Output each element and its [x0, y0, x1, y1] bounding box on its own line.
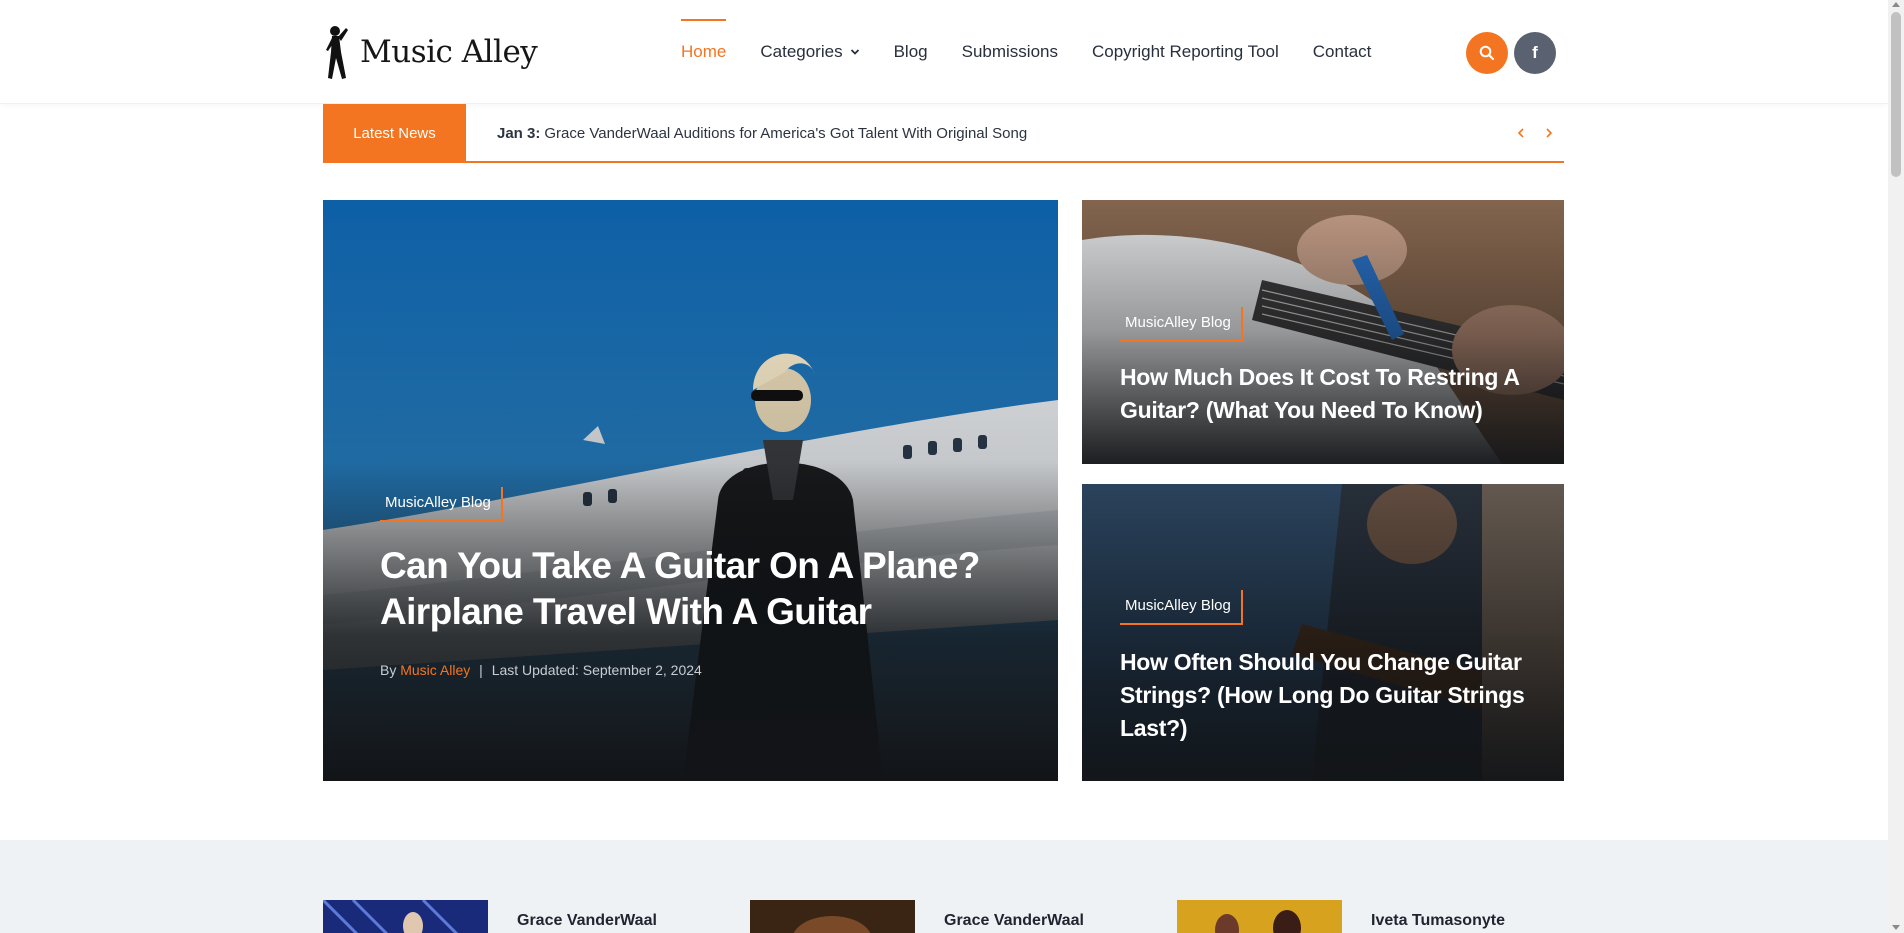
recent-post-item[interactable]: Grace VanderWaal: [750, 900, 1084, 933]
nav-item-label: Home: [681, 42, 727, 61]
search-icon: [1479, 45, 1495, 61]
last-updated: Last Updated: September 2, 2024: [491, 662, 702, 678]
title-line: Airplane Travel With A Guitar: [380, 591, 872, 632]
nav-item-home[interactable]: Home: [681, 0, 727, 104]
brand-name: Music Alley: [360, 34, 538, 70]
recent-post-title: Grace VanderWaal: [517, 912, 657, 929]
meta-separator: |: [479, 662, 483, 678]
title-line: How Often Should You Change Guitar: [1120, 649, 1522, 675]
site-header: Music Alley Home Categories Blog Submiss…: [0, 0, 1888, 104]
recent-post-title: Iveta Tumasonyte: [1371, 912, 1505, 929]
ticker-controls: [1514, 126, 1556, 140]
title-line: Last?): [1120, 715, 1188, 741]
author-link[interactable]: Music Alley: [400, 662, 470, 678]
nav-item-label: Categories: [760, 42, 843, 61]
post-card[interactable]: MusicAlley Blog How Much Does It Cost To…: [1082, 200, 1564, 464]
dancer-silhouette-icon: [326, 26, 348, 79]
ticker-headline: Grace VanderWaal Auditions for America's…: [544, 125, 1028, 142]
post-card-title[interactable]: How Often Should You Change Guitar Strin…: [1120, 646, 1540, 745]
nav-item-label: Copyright Reporting Tool: [1091, 42, 1279, 61]
title-line: Guitar? (What You Need To Know): [1120, 397, 1483, 423]
post-card-title[interactable]: How Much Does It Cost To Restring A Guit…: [1120, 361, 1540, 427]
chevron-left-icon[interactable]: [1514, 126, 1528, 140]
post-card[interactable]: MusicAlley Blog How Often Should You Cha…: [1082, 484, 1564, 781]
nav-item-contact[interactable]: Contact: [1313, 0, 1372, 104]
recent-post-item[interactable]: Iveta Tumasonyte: [1177, 900, 1505, 933]
recent-post-title: Grace VanderWaal: [944, 912, 1084, 929]
nav-item-label: Blog: [893, 42, 928, 61]
scroll-up-arrow[interactable]: [1892, 2, 1900, 7]
recent-post-item[interactable]: Grace VanderWaal: [323, 900, 657, 933]
search-button[interactable]: [1466, 32, 1508, 74]
facebook-button[interactable]: f: [1514, 32, 1556, 74]
recent-post-thumbnail: [750, 900, 915, 933]
recent-post-thumbnail: [323, 900, 488, 933]
logo-link[interactable]: Music Alley: [322, 22, 538, 82]
scroll-down-arrow[interactable]: [1892, 925, 1900, 930]
title-line: Strings? (How Long Do Guitar Strings: [1120, 682, 1525, 708]
chevron-down-icon: [850, 49, 859, 55]
post-meta: By Music Alley | Last Updated: September…: [380, 662, 702, 678]
nav-item-copyright-reporting-tool[interactable]: Copyright Reporting Tool: [1092, 0, 1279, 104]
facebook-icon: f: [1532, 43, 1538, 62]
main-nav: Home Categories Blog Submissions Copyrig…: [681, 0, 1405, 104]
recent-post-thumbnail: [1177, 900, 1342, 933]
page: Music Alley Home Categories Blog Submiss…: [0, 0, 1904, 933]
scrollbar-thumb[interactable]: [1891, 12, 1901, 177]
ticker-headline-link[interactable]: Jan 3: Grace VanderWaal Auditions for Am…: [497, 104, 1027, 163]
featured-post-card[interactable]: MusicAlley Blog Can You Take A Guitar On…: [323, 200, 1058, 781]
nav-item-label: Contact: [1312, 42, 1372, 61]
recent-posts-section: Grace VanderWaal Grace VanderWaal Iveta …: [0, 840, 1888, 933]
chevron-right-icon[interactable]: [1542, 126, 1556, 140]
page-scrollbar[interactable]: [1888, 0, 1904, 933]
category-tag[interactable]: MusicAlley Blog: [1120, 307, 1243, 342]
ticker-label: Latest News: [323, 104, 466, 163]
by-label: By: [380, 662, 397, 678]
nav-item-submissions[interactable]: Submissions: [962, 0, 1058, 104]
title-line: How Much Does It Cost To Restring A: [1120, 364, 1520, 390]
category-tag[interactable]: MusicAlley Blog: [1120, 590, 1243, 625]
news-ticker: Latest News Jan 3: Grace VanderWaal Audi…: [323, 104, 1564, 163]
ticker-date: Jan 3:: [497, 125, 541, 142]
nav-item-label: Submissions: [961, 42, 1058, 61]
nav-item-categories[interactable]: Categories: [760, 0, 859, 104]
featured-post-title[interactable]: Can You Take A Guitar On A Plane? Airpla…: [380, 543, 1020, 635]
nav-item-blog[interactable]: Blog: [894, 0, 928, 104]
category-tag[interactable]: MusicAlley Blog: [380, 487, 503, 522]
title-line: Can You Take A Guitar On A Plane?: [380, 545, 980, 586]
